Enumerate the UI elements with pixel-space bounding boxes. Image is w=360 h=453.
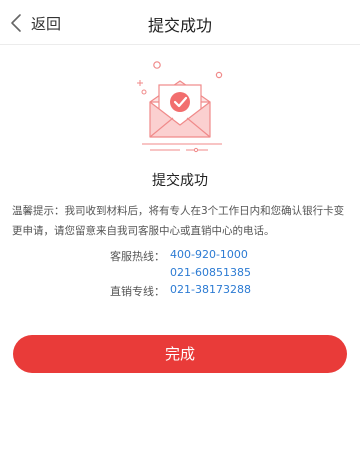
notice-text: 温馨提示：我司收到材料后，将有专人在3个工作日内和您确认银行卡变更申请，请您留意…: [12, 205, 345, 237]
hotline-row: 直销专线： 021-38173288: [0, 282, 360, 300]
envelope-check-icon: [137, 61, 223, 153]
hotline-row: 021-60851385: [0, 265, 360, 283]
success-title: 提交成功: [152, 173, 208, 189]
hotline-label: 直销专线：: [110, 285, 165, 298]
done-button[interactable]: 完成: [13, 335, 347, 373]
hotline-label: 客服热线：: [110, 250, 165, 263]
hotline-phone-link[interactable]: 021-60851385: [170, 266, 251, 279]
hotline-row: 客服热线： 400-920-1000: [0, 247, 360, 265]
hotline-phone-link[interactable]: 021-38173288: [170, 283, 251, 296]
hotline-phone-link[interactable]: 400-920-1000: [170, 248, 248, 261]
page-title: 提交成功: [147, 16, 212, 35]
top-navigation-bar: 返回 提交成功: [0, 0, 360, 45]
